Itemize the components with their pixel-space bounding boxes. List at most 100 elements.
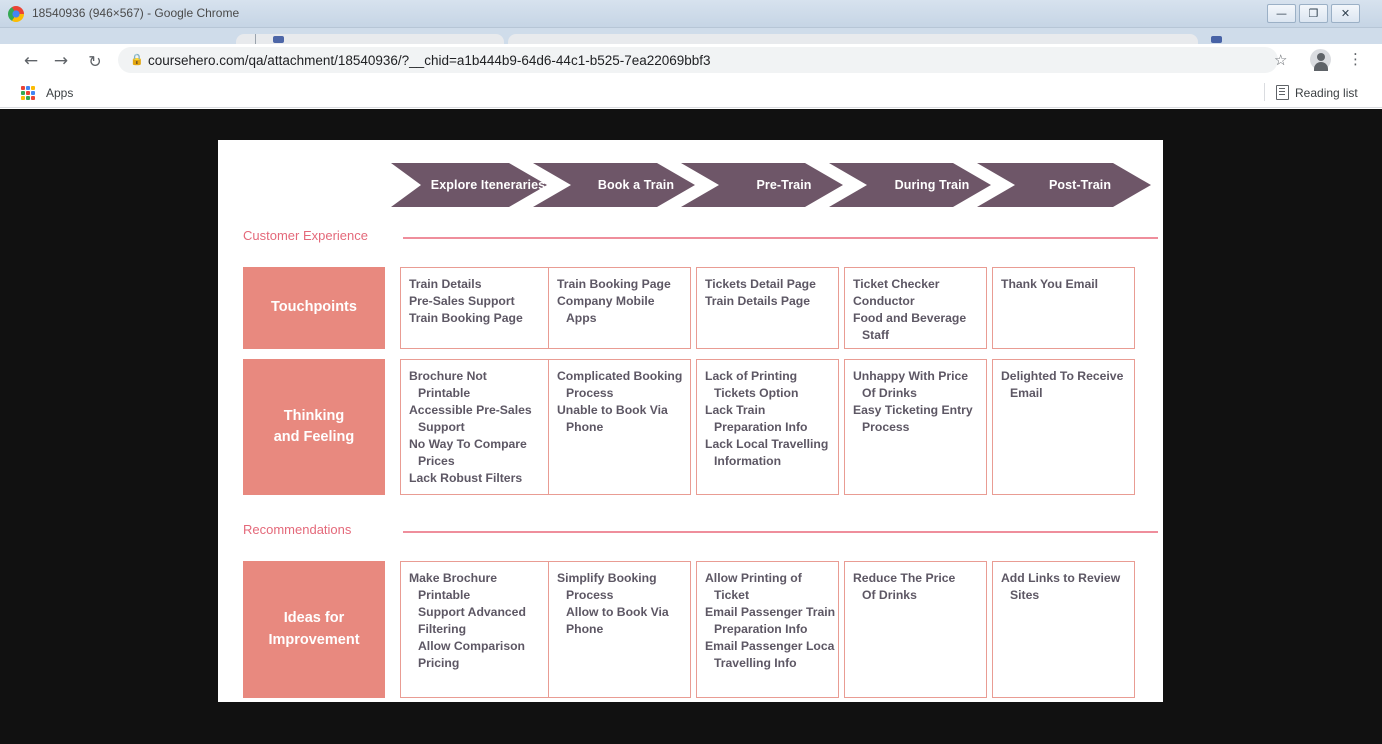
cell-line: Of Drinks xyxy=(862,386,917,400)
section-divider-rule xyxy=(403,237,1158,239)
close-button[interactable]: ✕ xyxy=(1331,4,1360,23)
profile-avatar-icon[interactable] xyxy=(1310,49,1331,71)
cell-line: Easy Ticketing Entry xyxy=(853,403,973,417)
cell-line: Travelling Info xyxy=(714,656,797,670)
minimize-icon: — xyxy=(1276,7,1287,20)
browser-tab-active[interactable] xyxy=(508,34,1198,44)
cell-line: Train Booking Page xyxy=(409,311,523,325)
cell-line: Allow Comparison xyxy=(418,639,525,653)
journey-row-ideas-for-improvement: Ideas for Improvement Make Brochure Prin… xyxy=(243,561,1135,698)
back-button[interactable]: ← xyxy=(20,50,42,72)
row-label-touchpoints: Touchpoints xyxy=(243,267,385,349)
cell-line: Apps xyxy=(566,311,597,325)
cell-line: Complicated Booking xyxy=(557,369,683,383)
minimize-button[interactable]: — xyxy=(1267,4,1296,23)
cell-line: Phone xyxy=(566,622,604,636)
cell-thinking-post-train: Delighted To Receive Email xyxy=(992,359,1135,495)
cell-thinking-pre-train: Lack of Printing Tickets Option Lack Tra… xyxy=(696,359,839,495)
reload-icon: ↻ xyxy=(88,51,102,71)
cell-line: Information xyxy=(714,454,782,468)
stage-label-explore-iteneraries: Explore Iteneraries xyxy=(430,178,546,192)
tab-favicon xyxy=(1211,36,1222,43)
cell-line: Support Advanced xyxy=(418,605,526,619)
cell-line: Of Drinks xyxy=(862,588,917,602)
maximize-button[interactable]: ❐ xyxy=(1299,4,1328,23)
cell-line: Staff xyxy=(862,328,890,342)
cell-ideas-during-train: Reduce The Price Of Drinks xyxy=(844,561,987,698)
journey-stage-bar: Explore Iteneraries Book a Train Pre-Tra… xyxy=(391,163,1151,207)
cell-line: Allow Printing of xyxy=(705,571,802,585)
page-viewport: Explore Iteneraries Book a Train Pre-Tra… xyxy=(0,109,1382,744)
cell-thinking-book-a-train: Complicated Booking Process Unable to Bo… xyxy=(548,359,691,495)
bookmarks-bar xyxy=(0,78,1382,108)
cell-touchpoints-pre-train: Tickets Detail Page Train Details Page xyxy=(696,267,839,349)
cell-line: Delighted To Receive xyxy=(1001,369,1124,383)
cell-line: Train Details Page xyxy=(705,294,810,308)
cell-line: Preparation Info xyxy=(714,420,808,434)
cell-line: Allow to Book Via xyxy=(566,605,669,619)
cell-line: Make Brochure xyxy=(409,571,498,585)
apps-bookmark-label[interactable]: Apps xyxy=(46,86,73,100)
cell-line: Food and Beverage xyxy=(853,311,967,325)
cell-line: Printable xyxy=(418,588,471,602)
cell-line: No Way To Compare xyxy=(409,437,527,451)
cell-line: Email Passenger Loca xyxy=(705,639,835,653)
cell-line: Lack Robust Filters xyxy=(409,471,523,485)
back-arrow-icon: ← xyxy=(23,51,39,71)
forward-button[interactable]: → xyxy=(50,50,72,72)
cell-ideas-explore-iteneraries: Make Brochure Printable Support Advanced… xyxy=(400,561,567,698)
tab-strip xyxy=(0,28,1382,44)
reload-button[interactable]: ↻ xyxy=(84,50,106,72)
address-bar[interactable]: 🔒 coursehero.com/qa/attachment/18540936/… xyxy=(118,47,1278,73)
cell-line: Train Details xyxy=(409,277,482,291)
bookmarks-separator xyxy=(1264,83,1265,101)
chrome-menu-icon[interactable]: ⋮ xyxy=(1348,50,1363,68)
cell-line: Process xyxy=(862,420,910,434)
cell-line: Thank You Email xyxy=(1001,277,1099,291)
cell-line: Brochure Not xyxy=(409,369,487,383)
forward-arrow-icon: → xyxy=(53,51,69,71)
cell-ideas-pre-train: Allow Printing of Ticket Email Passenger… xyxy=(696,561,839,698)
reading-list-icon[interactable] xyxy=(1276,85,1289,100)
cell-line: Lack of Printing xyxy=(705,369,798,383)
cell-thinking-during-train: Unhappy With Price Of Drinks Easy Ticket… xyxy=(844,359,987,495)
cell-line: Email xyxy=(1010,386,1043,400)
cell-line: Phone xyxy=(566,420,604,434)
cell-line: Train Booking Page xyxy=(557,277,671,291)
bookmark-star-icon[interactable]: ☆ xyxy=(1274,51,1287,69)
cell-line: Simplify Booking xyxy=(557,571,657,585)
cell-line: Ticket Checker xyxy=(853,277,940,291)
section-label: Recommendations xyxy=(243,522,352,537)
stage-label-during-train: During Train xyxy=(894,178,970,192)
journey-row-touchpoints: Touchpoints Train Details Pre-Sales Supp… xyxy=(243,267,1135,349)
cell-line: Add Links to Review xyxy=(1001,571,1121,585)
cell-line: Tickets Option xyxy=(714,386,799,400)
cell-line: Lack Local Travelling xyxy=(705,437,829,451)
tab-separator xyxy=(255,34,256,44)
cell-ideas-post-train: Add Links to Review Sites xyxy=(992,561,1135,698)
cell-touchpoints-explore-iteneraries: Train Details Pre-Sales Support Train Bo… xyxy=(400,267,567,349)
reading-list-label[interactable]: Reading list xyxy=(1295,86,1358,100)
cell-line: Pre-Sales Support xyxy=(409,294,515,308)
cell-ideas-book-a-train: Simplify Booking Process Allow to Book V… xyxy=(548,561,691,698)
cell-line: Lack Train xyxy=(705,403,766,417)
cell-line: Pricing xyxy=(418,656,460,670)
stage-label-pre-train: Pre-Train xyxy=(756,178,812,192)
cell-line: Unable to Book Via xyxy=(557,403,668,417)
cell-line: Support xyxy=(418,420,465,434)
row-label-ideas-for-improvement: Ideas for Improvement xyxy=(243,561,385,698)
lock-icon: 🔒 xyxy=(130,53,144,66)
stage-label-post-train: Post-Train xyxy=(1048,178,1112,192)
tab-favicon xyxy=(273,36,284,43)
cell-line: Ticket xyxy=(714,588,750,602)
cell-touchpoints-post-train: Thank You Email xyxy=(992,267,1135,349)
cell-line: Accessible Pre-Sales xyxy=(409,403,532,417)
section-label: Customer Experience xyxy=(243,228,368,243)
apps-grid-icon[interactable] xyxy=(21,86,35,100)
row-label-thinking-and-feeling: Thinking and Feeling xyxy=(243,359,385,495)
cell-line: Preparation Info xyxy=(714,622,808,636)
cell-line: Email Passenger Train xyxy=(705,605,836,619)
cell-line: Process xyxy=(566,386,614,400)
cell-line: Sites xyxy=(1010,588,1040,602)
chrome-browser-window: 18540936 (946×567) - Google Chrome — ❐ ✕… xyxy=(0,0,1382,744)
